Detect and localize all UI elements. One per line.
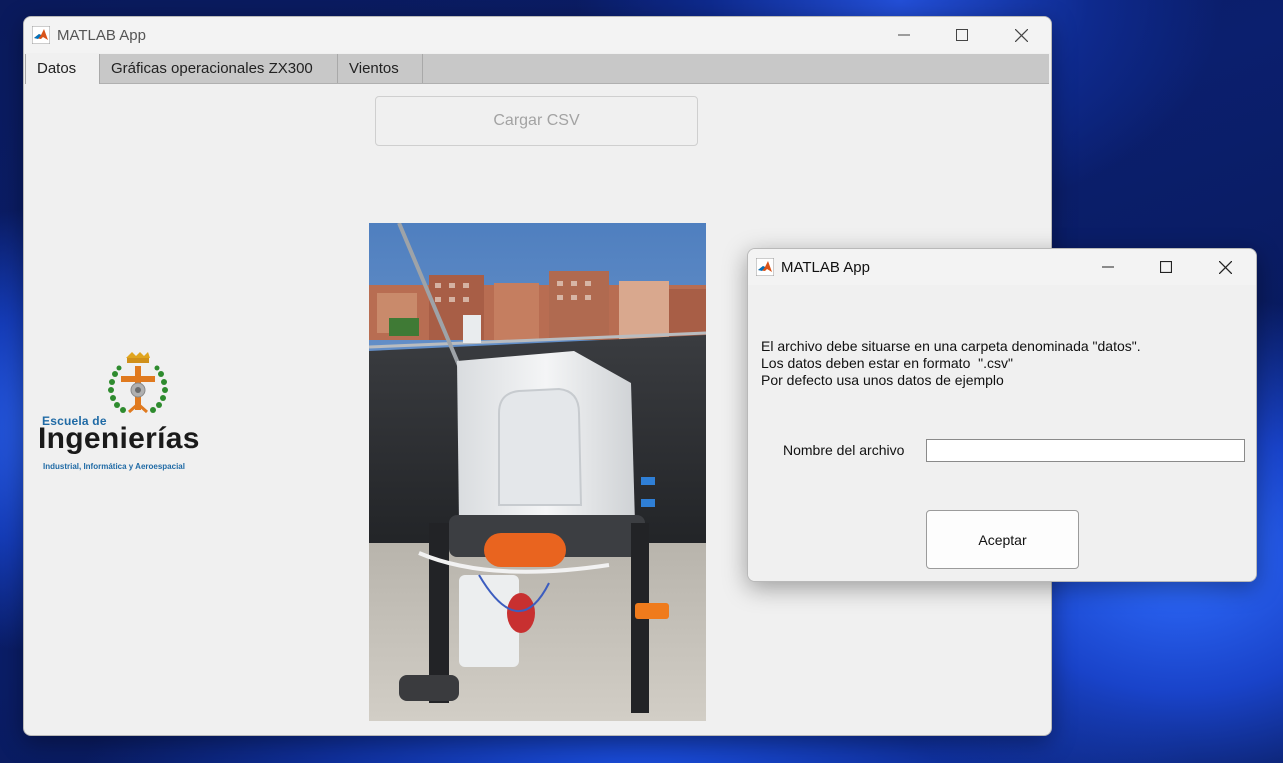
tab-graficas-operacionales[interactable]: Gráficas operacionales ZX300 [100,54,338,83]
logo-line-2: Ingenierías [38,422,200,455]
minimize-button[interactable] [875,17,933,53]
dialog-titlebar[interactable]: MATLAB App [748,249,1256,285]
main-titlebar[interactable]: MATLAB App [24,17,1051,53]
lidar-photo [369,223,706,721]
maximize-icon [1160,261,1172,273]
minimize-icon [898,34,910,36]
dialog-maximize-button[interactable] [1137,249,1195,285]
coat-of-arms-icon [108,352,168,414]
load-csv-button[interactable]: Cargar CSV [375,96,698,146]
close-icon [1218,260,1232,274]
tab-strip: Datos Gráficas operacionales ZX300 Vient… [25,54,1049,84]
dialog-window: MATLAB App El archivo debe situarse en u… [747,248,1257,582]
file-name-input[interactable] [926,439,1245,462]
dialog-title: MATLAB App [781,259,870,276]
maximize-button[interactable] [933,17,991,53]
main-window-title: MATLAB App [57,27,146,44]
matlab-icon [32,26,50,44]
logo-line-3: Industrial, Informática y Aeroespacial [43,462,185,471]
maximize-icon [956,29,968,41]
tab-vientos[interactable]: Vientos [338,54,423,83]
file-name-label: Nombre del archivo [783,442,905,458]
dialog-content: El archivo debe situarse en una carpeta … [748,285,1256,581]
close-icon [1014,28,1028,42]
accept-button[interactable]: Aceptar [926,510,1079,569]
school-logo: Escuela de Ingenierías Industrial, Infor… [37,352,200,471]
minimize-icon [1102,266,1114,268]
dialog-minimize-button[interactable] [1079,249,1137,285]
dialog-close-button[interactable] [1196,249,1254,285]
close-button[interactable] [992,17,1050,53]
tab-datos[interactable]: Datos [25,54,100,84]
dialog-message: El archivo debe situarse en una carpeta … [761,338,1141,388]
matlab-icon [756,258,774,276]
